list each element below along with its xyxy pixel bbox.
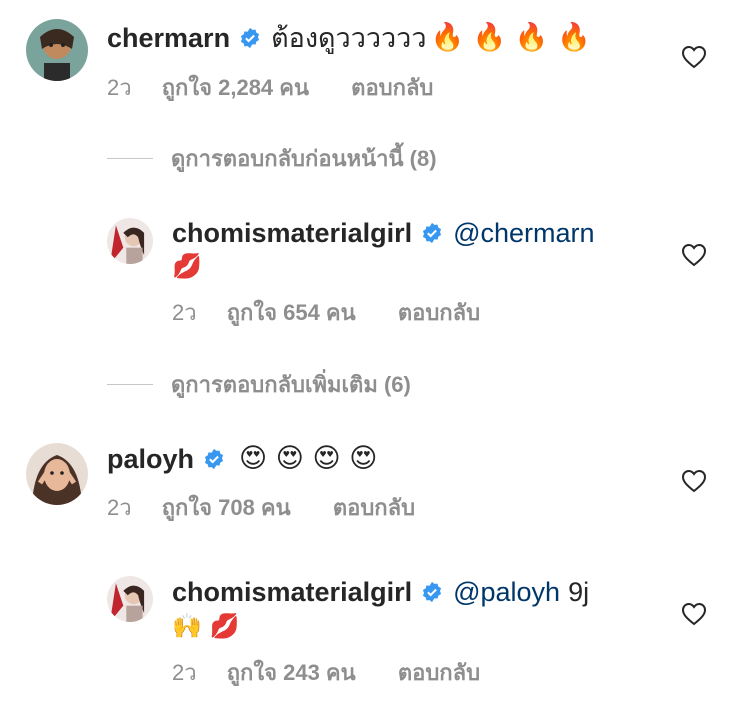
- comment-emoji: 🔥 🔥 🔥 🔥: [430, 22, 591, 53]
- comment-time: 2ว: [107, 75, 132, 100]
- reply-chomismaterialgirl-2: chomismaterialgirl @paloyh 9j 🙌 💋 2ว ถูก…: [0, 560, 750, 720]
- reply-time: 2ว: [172, 660, 197, 685]
- comment-emoji: 😍 😍 😍 😍: [239, 443, 378, 474]
- verified-badge-icon: [421, 581, 443, 603]
- avatar-chomismaterialgirl[interactable]: [107, 218, 153, 264]
- avatar-chomismaterialgirl-image: [107, 576, 153, 622]
- verified-badge-icon: [203, 448, 225, 470]
- comment-paloyh: paloyh 😍 😍 😍 😍 2ว ถูกใจ 708 คน ตอบกลับ: [0, 425, 750, 535]
- like-heart-icon[interactable]: [681, 243, 707, 267]
- reply-chomismaterialgirl-1: chomismaterialgirl @chermarn 💋 2ว ถูกใจ …: [0, 200, 750, 340]
- reply-likes[interactable]: ถูกใจ 243 คน: [227, 660, 356, 686]
- mention-link[interactable]: @chermarn: [453, 217, 594, 249]
- username-chomismaterialgirl[interactable]: chomismaterialgirl: [172, 217, 412, 249]
- reply-button[interactable]: ตอบกลับ: [398, 660, 480, 686]
- reply-likes[interactable]: ถูกใจ 654 คน: [227, 300, 356, 326]
- divider-dash: [107, 383, 153, 385]
- username-paloyh[interactable]: paloyh: [107, 443, 194, 475]
- view-previous-label[interactable]: ดูการตอบกลับก่อนหน้านี้ (8): [171, 141, 437, 176]
- view-previous-replies[interactable]: ดูการตอบกลับก่อนหน้านี้ (8): [107, 145, 437, 171]
- reply-emoji: 💋: [172, 252, 202, 280]
- username-chomismaterialgirl[interactable]: chomismaterialgirl: [172, 576, 412, 608]
- comment-chermarn: chermarn ต้องดูวววววว 🔥 🔥 🔥 🔥 2ว ถูกใจ 2…: [0, 0, 750, 130]
- reply-time: 2ว: [172, 300, 197, 325]
- like-heart-icon[interactable]: [681, 45, 707, 69]
- username-chermarn[interactable]: chermarn: [107, 22, 230, 54]
- like-heart-icon[interactable]: [681, 469, 707, 493]
- avatar-paloyh[interactable]: [26, 443, 88, 505]
- divider-dash: [107, 157, 153, 159]
- avatar-chomismaterialgirl-image: [107, 218, 153, 264]
- comment-time: 2ว: [107, 495, 132, 520]
- reply-button[interactable]: ตอบกลับ: [398, 300, 480, 326]
- view-more-replies[interactable]: ดูการตอบกลับเพิ่มเติม (6): [107, 371, 411, 397]
- verified-badge-icon: [421, 222, 443, 244]
- comment-likes[interactable]: ถูกใจ 708 คน: [162, 495, 291, 521]
- reply-button[interactable]: ตอบกลับ: [333, 495, 415, 521]
- reply-text: 9j: [568, 577, 590, 607]
- avatar-chermarn-image: [26, 19, 88, 81]
- avatar-chomismaterialgirl[interactable]: [107, 576, 153, 622]
- comment-text: ต้องดูวววววว: [271, 23, 427, 53]
- avatar-paloyh-image: [26, 443, 88, 505]
- like-heart-icon[interactable]: [681, 602, 707, 626]
- reply-button[interactable]: ตอบกลับ: [351, 75, 433, 101]
- reply-emoji: 🙌 💋: [172, 612, 240, 640]
- view-more-label[interactable]: ดูการตอบกลับเพิ่มเติม (6): [171, 367, 411, 402]
- avatar-chermarn[interactable]: [26, 19, 88, 81]
- mention-link[interactable]: @paloyh: [453, 576, 560, 608]
- comment-likes[interactable]: ถูกใจ 2,284 คน: [162, 75, 309, 101]
- verified-badge-icon: [239, 27, 261, 49]
